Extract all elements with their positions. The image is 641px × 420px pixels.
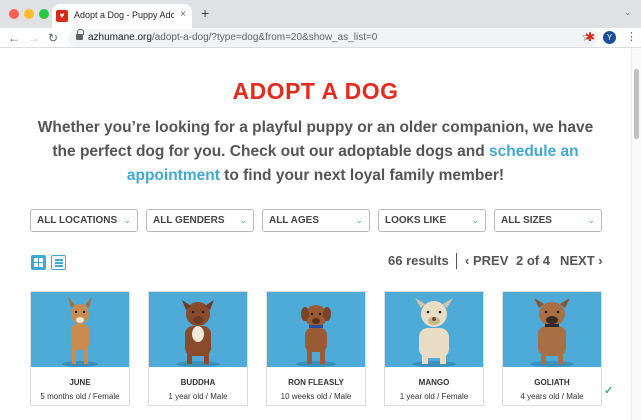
dog-name[interactable]: MANGO <box>385 378 483 387</box>
dog-info: 10 weeks old / Male <box>280 392 352 401</box>
list-view-icon[interactable] <box>51 255 66 270</box>
chat-widget-icon[interactable]: ✓ <box>604 384 613 397</box>
results-count: 66 results <box>388 253 449 268</box>
forward-arrow-icon[interactable]: → <box>28 30 40 46</box>
page-scrollbar[interactable] <box>631 49 641 420</box>
tab-search-icon[interactable]: ⌄ <box>624 8 631 17</box>
dog-photo[interactable] <box>267 292 365 367</box>
dog-photo[interactable] <box>31 292 129 367</box>
reload-icon[interactable]: ↻ <box>48 30 58 46</box>
dog-card[interactable]: MANGO 1 year old / Female <box>384 291 484 406</box>
scrollbar-thumb[interactable] <box>634 69 639 139</box>
dog-photo[interactable] <box>503 292 601 367</box>
dog-card[interactable]: RON FLEASLY 10 weeks old / Male <box>266 291 366 406</box>
chevron-right-icon: › <box>598 253 603 268</box>
intro-text: Whether you’re looking for a playful pup… <box>37 119 594 184</box>
new-tab-button[interactable]: + <box>201 6 209 20</box>
browser-tab-bar: ♥ Adopt a Dog - Puppy Adoption × + ⌄ <box>0 0 641 28</box>
prev-page-button[interactable]: ‹ PREV <box>465 253 508 268</box>
looks-like-filter[interactable]: LOOKS LIKE ⌄ <box>378 209 486 232</box>
chevron-left-icon: ‹ <box>465 253 470 268</box>
extension-icon[interactable]: ✱ <box>585 30 595 44</box>
dog-name[interactable]: RON FLEASLY <box>267 378 365 387</box>
location-filter[interactable]: ALL LOCATIONS ⌄ <box>30 209 138 232</box>
minimize-window-button[interactable] <box>24 9 34 19</box>
profile-avatar[interactable]: Y <box>603 31 616 44</box>
chevron-down-icon: ⌄ <box>355 215 363 225</box>
dog-info: 1 year old / Female <box>399 392 469 401</box>
favicon-icon: ♥ <box>56 10 68 22</box>
maximize-window-button[interactable] <box>39 9 49 19</box>
chevron-down-icon: ⌄ <box>239 215 247 225</box>
dog-card[interactable]: JUNE 5 months old / Female <box>30 291 130 406</box>
chevron-down-icon: ⌄ <box>471 215 479 225</box>
page-indicator: 2 of 4 <box>516 253 550 268</box>
browser-toolbar: ← → ↻ azhumane.org/adopt-a-dog/?type=dog… <box>0 28 641 48</box>
age-filter[interactable]: ALL AGES ⌄ <box>262 209 370 232</box>
gender-filter[interactable]: ALL GENDERS ⌄ <box>146 209 254 232</box>
dog-info: 4 years old / Male <box>520 392 584 401</box>
page-title: ADOPT A DOG <box>232 78 399 104</box>
tab-title: Adopt a Dog - Puppy Adoption <box>74 10 174 20</box>
dog-card[interactable]: BUDDHA 1 year old / Male <box>148 291 248 406</box>
dog-photo[interactable] <box>385 292 483 367</box>
close-window-button[interactable] <box>9 9 19 19</box>
dog-illustration <box>412 298 456 367</box>
back-arrow-icon[interactable]: ← <box>8 30 20 46</box>
address-bar[interactable]: azhumane.org/adopt-a-dog/?type=dog&from=… <box>68 29 598 47</box>
dog-illustration <box>176 300 220 367</box>
dog-name[interactable]: JUNE <box>31 378 129 387</box>
filter-bar: ALL LOCATIONS ⌄ ALL GENDERS ⌄ ALL AGES ⌄… <box>30 209 602 232</box>
grid-view-icon[interactable] <box>31 255 46 270</box>
dog-card[interactable]: GOLIATH 4 years old / Male <box>502 291 602 406</box>
chevron-down-icon: ⌄ <box>587 215 595 225</box>
dog-name[interactable]: BUDDHA <box>149 378 247 387</box>
dog-name[interactable]: GOLIATH <box>503 378 601 387</box>
dog-info: 1 year old / Male <box>168 392 228 401</box>
next-page-button[interactable]: NEXT › <box>560 253 603 268</box>
tab-close-icon[interactable]: × <box>180 9 186 20</box>
dog-photo[interactable] <box>149 292 247 367</box>
lock-icon <box>76 29 84 40</box>
size-filter[interactable]: ALL SIZES ⌄ <box>494 209 602 232</box>
dog-illustration <box>296 305 336 367</box>
dog-illustration <box>62 297 98 367</box>
pagination-divider <box>456 253 457 269</box>
dog-info: 5 months old / Female <box>40 392 120 401</box>
chevron-down-icon: ⌄ <box>123 215 131 225</box>
browser-tab[interactable]: ♥ Adopt a Dog - Puppy Adoption × <box>52 4 192 28</box>
url-text[interactable]: azhumane.org/adopt-a-dog/?type=dog&from=… <box>88 32 377 43</box>
dog-illustration <box>530 298 574 367</box>
browser-menu-icon[interactable]: ⋮ <box>626 30 637 43</box>
